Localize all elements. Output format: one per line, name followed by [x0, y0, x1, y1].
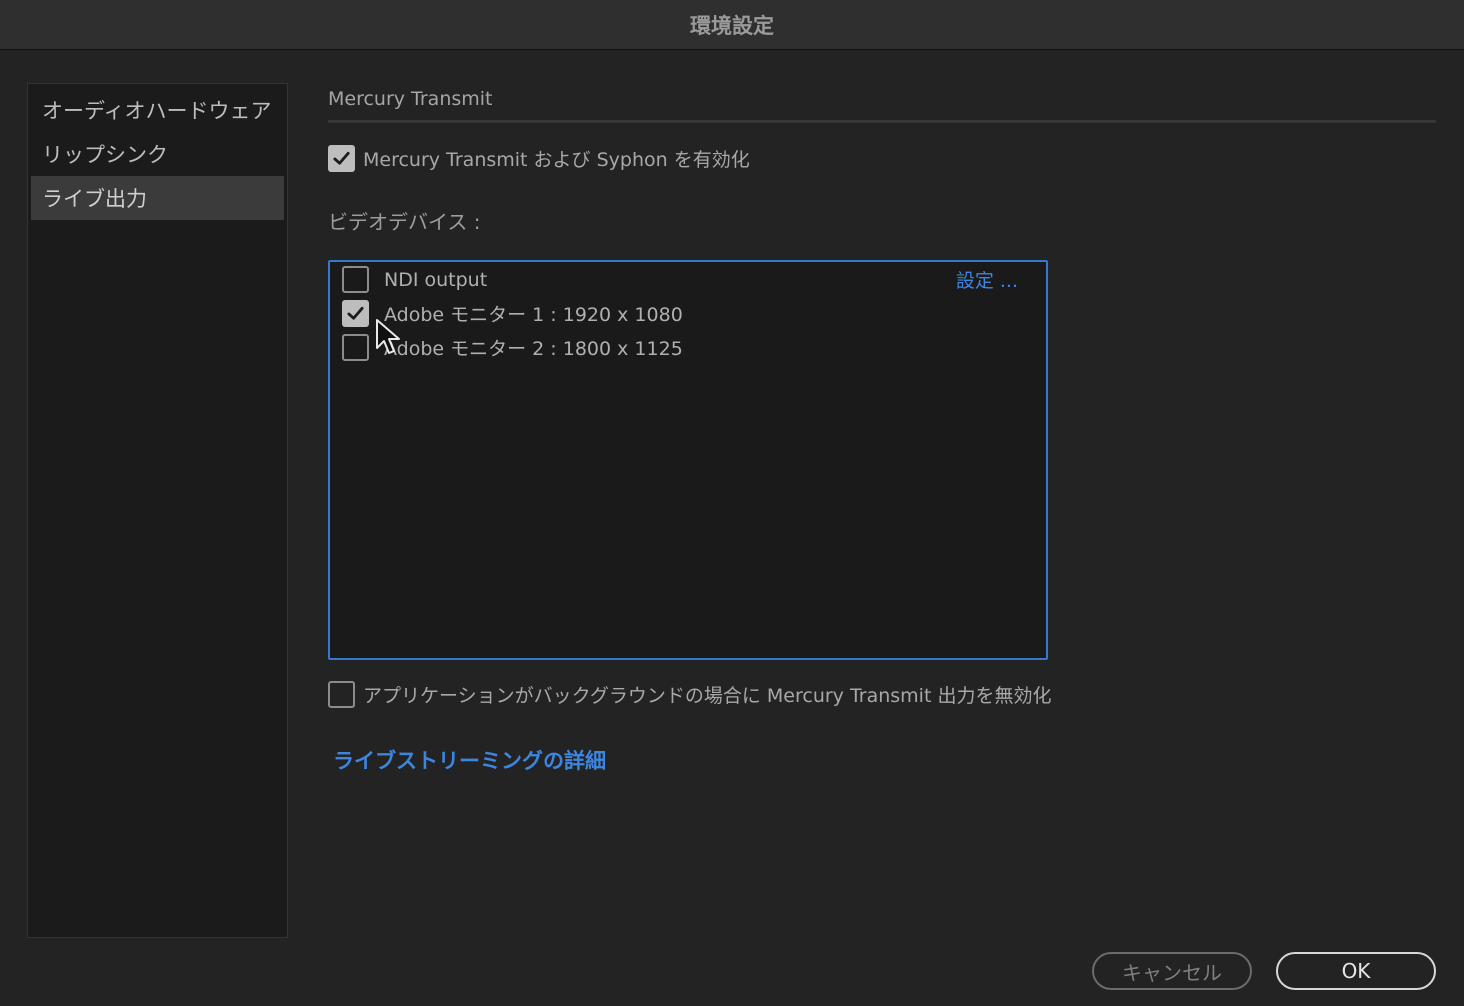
device-checkbox-monitor-2[interactable]: [342, 334, 369, 361]
section-divider: [328, 120, 1436, 123]
device-checkbox-ndi[interactable]: [342, 266, 369, 293]
background-disable-label: アプリケーションがバックグラウンドの場合に Mercury Transmit 出…: [363, 685, 1052, 707]
device-label: NDI output: [384, 268, 488, 291]
device-settings-link[interactable]: 設定 ...: [956, 266, 1018, 293]
sidebar-item-audio-hardware[interactable]: オーディオハードウェア: [31, 88, 284, 132]
live-streaming-details-link[interactable]: ライブストリーミングの詳細: [333, 745, 606, 775]
enable-transmit-checkbox[interactable]: [328, 145, 355, 172]
video-devices-label: ビデオデバイス :: [328, 210, 481, 234]
checkmark-icon: [333, 151, 350, 165]
ok-button[interactable]: OK: [1276, 952, 1436, 990]
checkmark-icon: [347, 306, 364, 320]
background-disable-checkbox[interactable]: [328, 681, 355, 708]
mouse-cursor-icon: [376, 319, 400, 354]
enable-transmit-label: Mercury Transmit および Syphon を有効化: [363, 149, 750, 171]
sidebar-item-lip-sync[interactable]: リップシンク: [31, 132, 284, 176]
sidebar: オーディオハードウェア リップシンク ライブ出力: [27, 83, 288, 938]
background-disable-row: アプリケーションがバックグラウンドの場合に Mercury Transmit 出…: [328, 681, 1051, 708]
device-label: Adobe モニター 1 : 1920 x 1080: [384, 304, 683, 326]
window-title: 環境設定: [690, 13, 774, 38]
section-title: Mercury Transmit: [328, 88, 493, 110]
list-item: NDI output: [342, 266, 487, 293]
title-bar: 環境設定: [0, 0, 1464, 50]
sidebar-item-live-output[interactable]: ライブ出力: [31, 176, 284, 220]
device-checkbox-monitor-1[interactable]: [342, 300, 369, 327]
device-label: Adobe モニター 2 : 1800 x 1125: [384, 338, 683, 360]
enable-transmit-row: Mercury Transmit および Syphon を有効化: [328, 145, 750, 172]
video-device-list: NDI output 設定 ... Adobe モニター 1 : 1920 x …: [328, 260, 1048, 660]
cancel-button[interactable]: キャンセル: [1092, 952, 1252, 990]
